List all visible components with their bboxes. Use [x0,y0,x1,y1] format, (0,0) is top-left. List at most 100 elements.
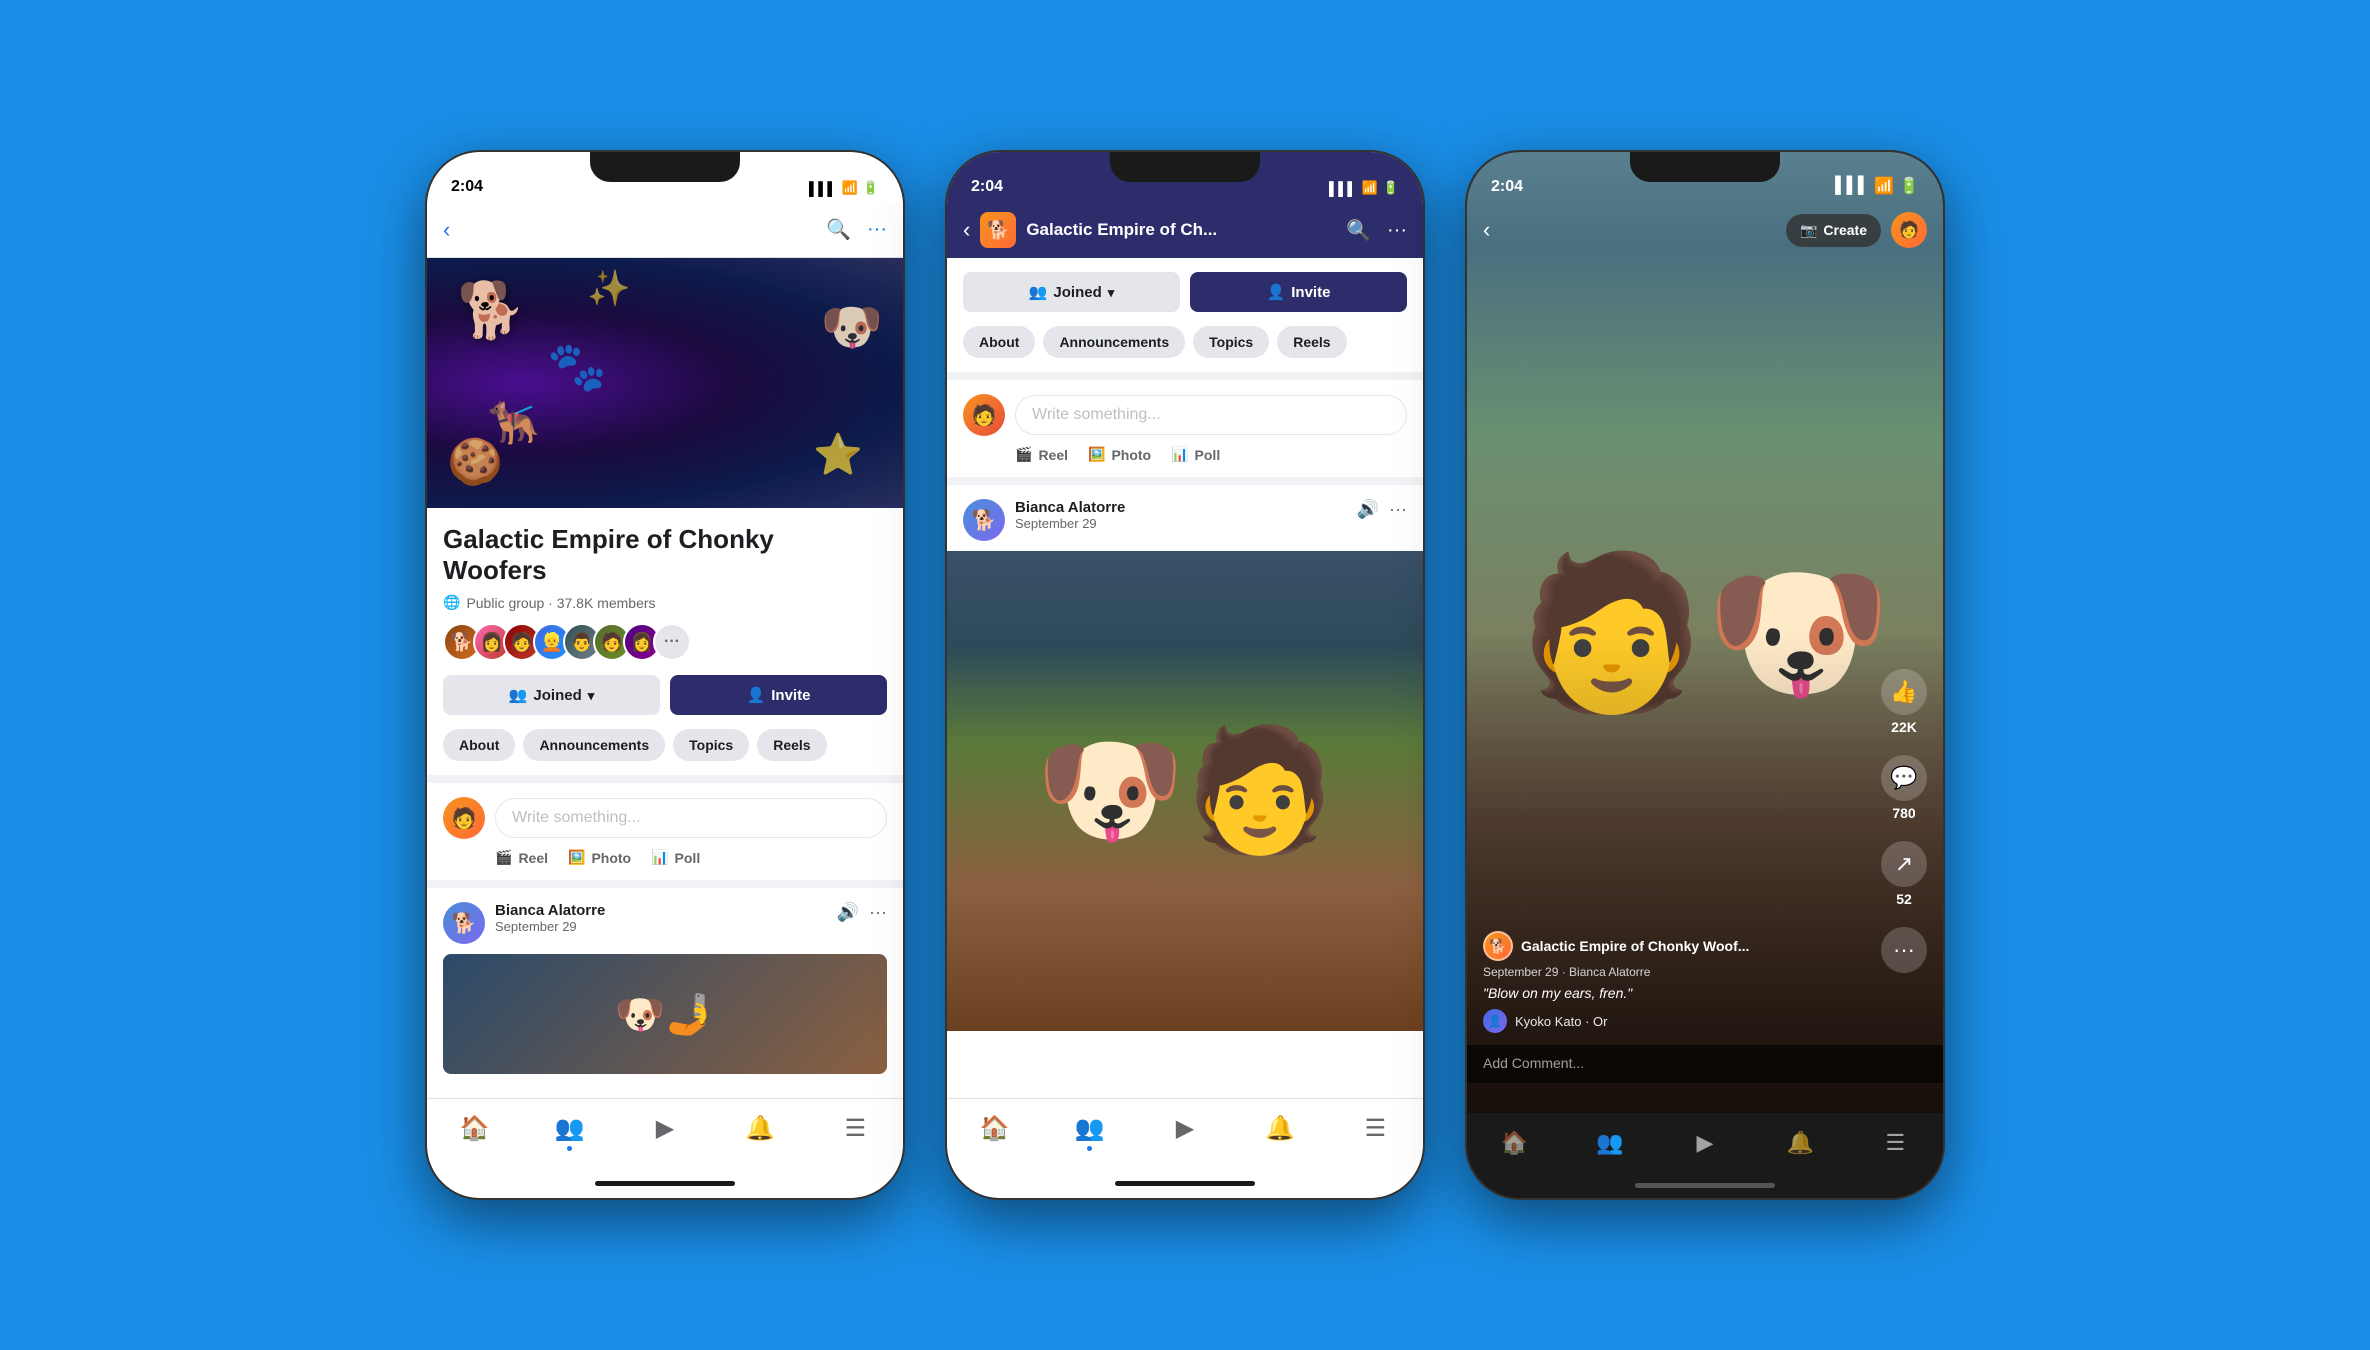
home-bar-3 [1635,1183,1775,1188]
volume-icon-1[interactable]: 🔊 [837,902,859,923]
chevron-down-icon-1 [588,687,595,704]
action-buttons-1: 👥 Joined 👤 Invite [443,675,887,715]
more-icon-2[interactable]: ··· [1387,219,1407,242]
tab-about-1[interactable]: About [443,729,515,761]
tab-topics-1[interactable]: Topics [673,729,749,761]
time-2: 2:04 [971,178,1003,196]
tab-reels-2[interactable]: Reels [1277,326,1346,358]
invite-button-2[interactable]: 👤 Invite [1190,272,1407,312]
options-icon-2[interactable]: ··· [1389,499,1407,520]
poll-action-1[interactable]: 📊 Poll [651,849,700,866]
nav-video-3[interactable]: ▶ [1657,1122,1752,1164]
back-button-2[interactable]: ‹ [963,217,970,243]
reel-back-button-3[interactable]: ‹ [1483,217,1490,243]
post-media-2: 🐶🧑 [947,551,1423,1031]
member-avatar-more-1: ··· [653,623,691,661]
reel-post-meta-3: September 29 · Bianca Alatorre [1483,965,1873,979]
post-header-2: 🐕 Bianca Alatorre September 29 🔊 ··· [963,499,1407,541]
joined-icon-2: 👥 [1029,283,1048,301]
tab-announcements-1[interactable]: Announcements [523,729,665,761]
nav-bell-3[interactable]: 🔔 [1753,1122,1848,1164]
poll-action-2[interactable]: 📊 Poll [1171,446,1220,463]
reel-status-icons-3: ▌▌▌ 📶 🔋 [1835,176,1919,196]
poll-icon-1: 📊 [651,849,668,866]
joined-icon-1: 👥 [509,686,528,704]
more-icon-1[interactable]: ··· [867,218,887,241]
user-avatar-write-1: 🧑 [443,797,485,839]
photo-action-2[interactable]: 🖼️ Photo [1088,446,1151,463]
volume-icon-2[interactable]: 🔊 [1357,499,1379,520]
joined-button-1[interactable]: 👥 Joined [443,675,660,715]
reel-action-2[interactable]: 🎬 Reel [1015,446,1068,463]
post-date-1: September 29 [495,919,605,934]
back-button-1[interactable]: ‹ [443,217,450,243]
reel-like-action-3[interactable]: 👍 22K [1881,669,1927,735]
invite-icon-1: 👤 [747,686,766,704]
reel-share-action-3[interactable]: ↗ 52 [1881,841,1927,907]
write-placeholder-2[interactable]: Write something... [1015,395,1407,435]
options-icon-1[interactable]: ··· [869,902,887,923]
signal-icon-1: ▌▌▌ [809,181,837,196]
reel-action-1[interactable]: 🎬 Reel [495,849,548,866]
groups-icon-2: 👥 [1075,1114,1105,1143]
invite-icon-2: 👤 [1267,283,1286,301]
search-icon-1[interactable]: 🔍 [826,217,851,242]
nav-groups-2[interactable]: 👥 [1042,1106,1137,1151]
phone2-scroll[interactable]: 👥 Joined 👤 Invite About Announcements To… [947,258,1423,1098]
write-actions-2: 🎬 Reel 🖼️ Photo 📊 Poll [963,446,1407,463]
signal-icon-2: ▌▌▌ [1329,181,1357,196]
search-icon-2[interactable]: 🔍 [1346,218,1371,243]
post-card-2: 🐕 Bianca Alatorre September 29 🔊 ··· [947,485,1423,541]
member-avatars-1: 🐕 👩 🧑 👱 👨 🧑 👩 ··· [443,623,887,661]
reel-icon-1: 🎬 [495,849,512,866]
write-placeholder-1[interactable]: Write something... [495,798,887,838]
nav-groups-1[interactable]: 👥 [522,1106,617,1151]
write-box-2: 🧑 Write something... 🎬 Reel 🖼️ Photo 📊 P… [947,380,1423,477]
nav-groups-3[interactable]: 👥 [1562,1122,1657,1164]
reel-share-count-3: 52 [1896,891,1912,907]
menu-icon-2: ☰ [1365,1114,1387,1143]
video-icon-3: ▶ [1697,1130,1714,1156]
nav-menu-3[interactable]: ☰ [1848,1122,1943,1164]
nav-group-avatar-2: 🐕 [980,212,1016,248]
photo-action-1[interactable]: 🖼️ Photo [568,849,631,866]
joined-button-2[interactable]: 👥 Joined [963,272,1180,312]
phone1-scroll[interactable]: 🐕 🐶 🍪 🐾 ⭐ ✨ 🐕‍🦺 Galactic Empire of Chonk… [427,258,903,1098]
user-avatar-top-3: 🧑 [1891,212,1927,248]
nav-home-2[interactable]: 🏠 [947,1106,1042,1151]
nav-bell-1[interactable]: 🔔 [713,1106,808,1151]
nav-video-1[interactable]: ▶ [617,1106,712,1151]
tab-reels-1[interactable]: Reels [757,729,826,761]
nav-home-3[interactable]: 🏠 [1467,1122,1562,1164]
group-info-1: Galactic Empire of Chonky Woofers 🌐 Publ… [427,508,903,775]
invite-button-1[interactable]: 👤 Invite [670,675,887,715]
add-comment-text-3[interactable]: Add Comment... [1483,1055,1584,1071]
battery-icon-1: 🔋 [863,180,879,196]
nav-bell-2[interactable]: 🔔 [1233,1106,1328,1151]
reel-more-icon-3: ··· [1881,927,1927,973]
write-box-1: 🧑 Write something... 🎬 Reel 🖼️ Photo 📊 P… [427,775,903,880]
reel-comment-action-3[interactable]: 💬 780 [1881,755,1927,821]
phone-1: 2:04 ▌▌▌ 📶 🔋 ‹ 🔍 ··· 🐕 🐶 [425,150,905,1200]
group-meta-text-1: Public group · 37.8K members [466,595,655,611]
reel-commenter-avatar-3: 👤 [1483,1009,1507,1033]
home-indicator-1 [427,1168,903,1198]
nav-dot-1 [567,1146,572,1151]
nav-home-1[interactable]: 🏠 [427,1106,522,1151]
tab-about-2[interactable]: About [963,326,1035,358]
nav-menu-1[interactable]: ☰ [808,1106,903,1151]
write-actions-1: 🎬 Reel 🖼️ Photo 📊 Poll [443,849,887,866]
tab-pills-1: About Announcements Topics Reels [443,729,887,775]
post-author-info-1: Bianca Alatorre September 29 [495,902,605,934]
nav-menu-2[interactable]: ☰ [1328,1106,1423,1151]
nav-video-2[interactable]: ▶ [1137,1106,1232,1151]
create-button-3[interactable]: 📷 Create [1786,214,1881,247]
tab-pills-2: About Announcements Topics Reels [963,326,1407,372]
camera-icon-3: 📷 [1800,222,1817,239]
bell-icon-1: 🔔 [745,1114,775,1143]
tab-announcements-2[interactable]: Announcements [1043,326,1185,358]
tab-topics-2[interactable]: Topics [1193,326,1269,358]
reel-more-action-3[interactable]: ··· [1881,927,1927,973]
reel-nav-3: ‹ 📷 Create 🧑 [1467,202,1943,258]
phone-3: 2:04 ▌▌▌ 📶 🔋 ‹ 📷 Create 🧑 🧑🐶 [1465,150,1945,1200]
